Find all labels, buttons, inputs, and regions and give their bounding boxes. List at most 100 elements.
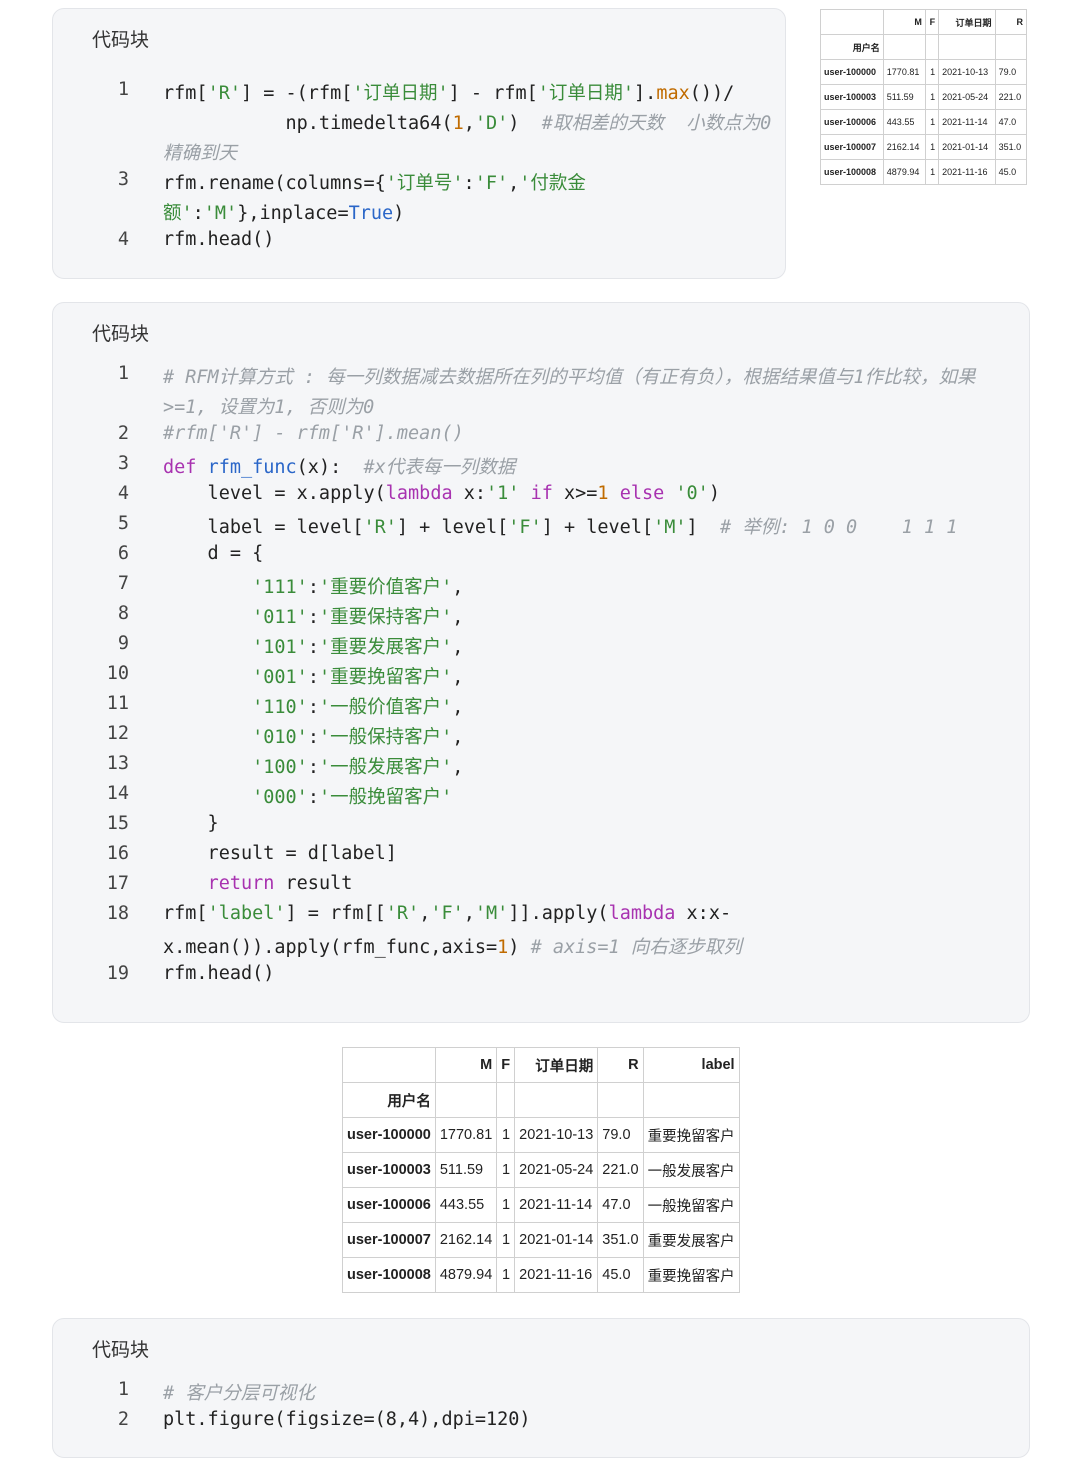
cell-m: 2162.14 <box>434 1222 498 1258</box>
code-line: x.mean()).apply(rfm_func,axis=1) # axis=… <box>163 937 742 958</box>
column-header-date: 订单日期 <box>514 1047 599 1083</box>
code-line: rfm['label'] = rfm[['R','F','M']].apply(… <box>163 903 732 924</box>
cell-m: 4879.94 <box>434 1257 498 1293</box>
cell-r: 45.0 <box>597 1257 644 1293</box>
code-line: label = level['R'] + level['F'] + level[… <box>163 517 958 538</box>
code-line: def rfm_func(x): #x代表每一列数据 <box>163 457 516 478</box>
line-number: 3 <box>117 169 129 190</box>
cell-date: 2021-11-16 <box>938 159 996 185</box>
code-line: '101':'重要发展客户', <box>252 637 464 658</box>
blank-cell <box>924 34 940 60</box>
cell-f: 1 <box>924 59 940 85</box>
table-row: user-100008 4879.94 1 2021-11-16 45.0 重要挽留客户 <box>342 1257 740 1293</box>
code-line: '011':'重要保持客户', <box>252 607 464 628</box>
code-line: plt.figure(figsize=(8,4),dpi=120) <box>163 1409 531 1430</box>
cell-f: 1 <box>924 84 940 110</box>
cell-f: 1 <box>924 109 940 135</box>
row-index: user-100006 <box>342 1187 436 1223</box>
table-row: user-100007 2162.14 1 2021-01-14 351.0 重要发展客户 <box>342 1222 740 1258</box>
cell-r: 351.0 <box>597 1222 644 1258</box>
line-number: 7 <box>117 573 129 594</box>
code-line: '111':'重要价值客户', <box>252 577 464 598</box>
code-line: } <box>163 813 219 834</box>
cell-m: 511.59 <box>434 1152 498 1188</box>
cell-date: 2021-05-24 <box>938 84 996 110</box>
dataframe-preview-small: M F 订单日期 R 用户名 user-100000 1770.81 1 2021-1… <box>820 9 1028 185</box>
cell-label: 重要挽留客户 <box>642 1117 740 1153</box>
cell-r: 45.0 <box>994 159 1028 185</box>
code-block-2: 代码块 1 # RFM计算方式 : 每一列数据减去数据所在列的平均值（有正有负），… <box>52 302 1030 1023</box>
cell-date: 2021-10-13 <box>514 1117 599 1153</box>
table-row: user-100003 511.59 1 2021-05-24 221.0 <box>820 84 1028 110</box>
row-index: user-100003 <box>342 1152 436 1188</box>
table-header-row: M F 订单日期 R <box>820 9 1028 35</box>
line-number: 12 <box>106 723 129 744</box>
dataframe-output: M F 订单日期 R label 用户名 user-100000 1770.81 1… <box>342 1047 740 1293</box>
row-index: user-100007 <box>342 1222 436 1258</box>
row-index: user-100000 <box>820 59 884 85</box>
cell-m: 1770.81 <box>434 1117 498 1153</box>
row-index: user-100008 <box>342 1257 436 1293</box>
cell-r: 47.0 <box>597 1187 644 1223</box>
column-header-f: F <box>496 1047 516 1083</box>
code-block-title: 代码块 <box>92 323 150 345</box>
blank-cell <box>938 34 996 60</box>
index-header-blank <box>342 1047 436 1083</box>
blank-cell <box>514 1082 599 1118</box>
cell-date: 2021-11-14 <box>938 109 996 135</box>
column-header-f: F <box>924 9 940 35</box>
cell-m: 511.59 <box>882 84 926 110</box>
row-index: user-100003 <box>820 84 884 110</box>
table-row: user-100000 1770.81 1 2021-10-13 79.0 重要挽留客户 <box>342 1117 740 1153</box>
line-number: 9 <box>117 633 129 654</box>
table-row: user-100000 1770.81 1 2021-10-13 79.0 <box>820 59 1028 85</box>
code-line: '010':'一般保持客户', <box>252 727 464 748</box>
code-block-title: 代码块 <box>92 29 150 51</box>
line-number: 5 <box>117 513 129 534</box>
cell-label: 一般发展客户 <box>642 1152 740 1188</box>
cell-date: 2021-01-14 <box>938 134 996 160</box>
table-row: user-100003 511.59 1 2021-05-24 221.0 一般发展客户 <box>342 1152 740 1188</box>
blank-cell <box>597 1082 644 1118</box>
table-body: user-100000 1770.81 1 2021-10-13 79.0 重要挽留客户 u… <box>342 1117 740 1293</box>
cell-f: 1 <box>496 1187 516 1223</box>
cell-label: 重要发展客户 <box>642 1222 740 1258</box>
column-header-r: R <box>597 1047 644 1083</box>
line-number: 1 <box>117 1379 129 1400</box>
column-header-m: M <box>434 1047 498 1083</box>
row-index: user-100008 <box>820 159 884 185</box>
code-line: level = x.apply(lambda x:'1' if x>=1 els… <box>163 483 720 504</box>
column-header-m: M <box>882 9 926 35</box>
cell-m: 2162.14 <box>882 134 926 160</box>
line-number: 17 <box>106 873 129 894</box>
line-number: 19 <box>106 963 129 984</box>
line-number: 11 <box>106 693 129 714</box>
cell-m: 4879.94 <box>882 159 926 185</box>
line-number: 14 <box>106 783 129 804</box>
cell-f: 1 <box>924 159 940 185</box>
row-index: user-100000 <box>342 1117 436 1153</box>
line-number: 4 <box>117 229 129 250</box>
line-number: 1 <box>117 79 129 100</box>
line-number: 4 <box>117 483 129 504</box>
cell-m: 443.55 <box>434 1187 498 1223</box>
line-number: 3 <box>117 453 129 474</box>
line-number: 8 <box>117 603 129 624</box>
code-line: # 客户分层可视化 <box>163 1383 315 1404</box>
code-line: d = { <box>163 543 264 564</box>
code-line: '100':'一般发展客户', <box>252 757 464 778</box>
blank-cell <box>994 34 1028 60</box>
code-line: # RFM计算方式 : 每一列数据减去数据所在列的平均值（有正有负），根据结果值… <box>163 367 976 388</box>
code-line: rfm.head() <box>163 963 275 984</box>
cell-r: 351.0 <box>994 134 1028 160</box>
line-number: 13 <box>106 753 129 774</box>
code-line: >=1, 设置为1, 否则为0 <box>163 397 375 418</box>
line-number: 2 <box>117 1409 129 1430</box>
cell-m: 443.55 <box>882 109 926 135</box>
cell-r: 47.0 <box>994 109 1028 135</box>
code-line: rfm.head() <box>163 229 275 250</box>
blank-cell <box>642 1082 740 1118</box>
cell-date: 2021-05-24 <box>514 1152 599 1188</box>
cell-r: 221.0 <box>597 1152 644 1188</box>
blank-cell <box>496 1082 516 1118</box>
